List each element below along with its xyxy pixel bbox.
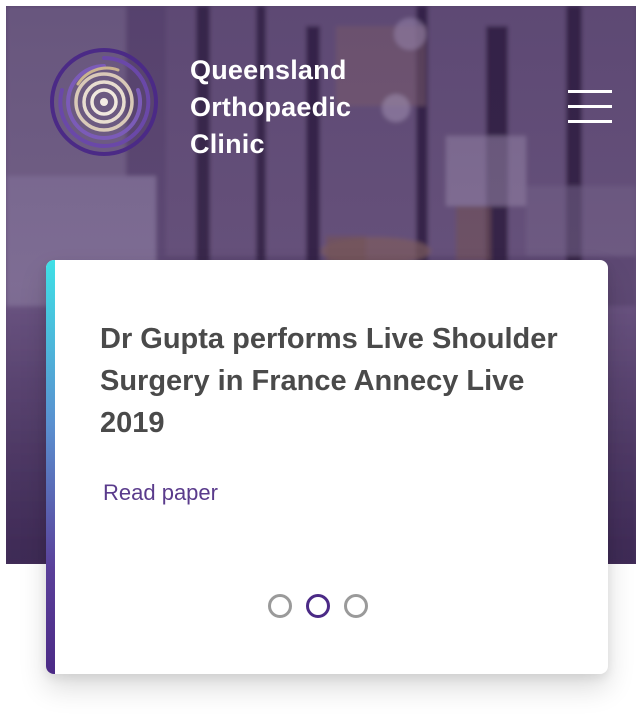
- hamburger-menu-icon[interactable]: [568, 90, 614, 126]
- slide-title: Dr Gupta performs Live Shoulder Surgery …: [100, 323, 558, 439]
- news-slide-card: Dr Gupta performs Live Shoulder Surgery …: [46, 260, 608, 674]
- carousel-dot-2[interactable]: [306, 594, 330, 618]
- carousel-pagination: [268, 594, 368, 620]
- menu-bar-top: [568, 90, 612, 93]
- brand-line-3: Clinic: [190, 129, 265, 159]
- menu-bar-middle: [568, 105, 612, 108]
- concentric-rings-logo-icon[interactable]: [48, 46, 160, 158]
- card-accent-bar: [46, 260, 55, 674]
- menu-bar-bottom: [568, 120, 612, 123]
- brand-line-1: Queensland: [190, 55, 347, 85]
- carousel-dot-1[interactable]: [268, 594, 292, 618]
- read-paper-link[interactable]: Read paper: [103, 480, 218, 506]
- brand-line-2: Orthopaedic: [190, 92, 352, 122]
- carousel-dot-3[interactable]: [344, 594, 368, 618]
- brand-name[interactable]: Queensland Orthopaedic Clinic: [190, 52, 351, 163]
